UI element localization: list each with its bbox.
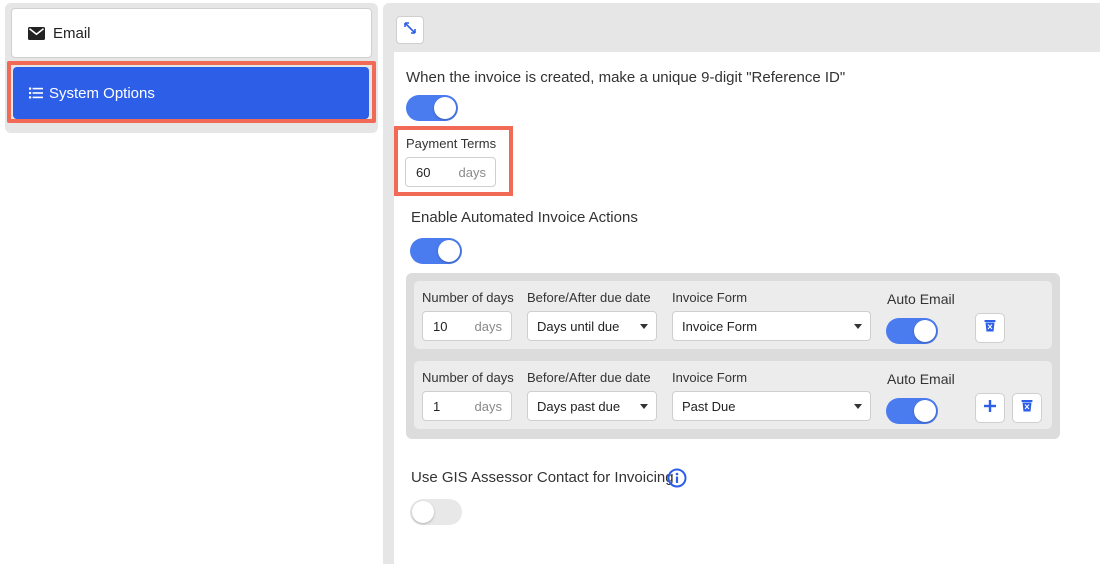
form-column-label: Invoice Form xyxy=(672,370,748,385)
chevron-down-icon xyxy=(854,323,862,329)
sidebar-item-label: System Options xyxy=(49,84,155,102)
automated-actions-label: Enable Automated Invoice Actions xyxy=(411,209,638,226)
timing-value: Days until due xyxy=(537,318,620,334)
expand-icon xyxy=(403,21,417,40)
timing-value: Days past due xyxy=(537,398,621,414)
days-input[interactable]: 10 days xyxy=(422,311,512,341)
timing-select[interactable]: Days past due xyxy=(527,391,657,421)
auto-email-toggle[interactable] xyxy=(886,318,938,344)
envelope-icon xyxy=(28,26,45,40)
chevron-down-icon xyxy=(854,403,862,409)
days-input[interactable]: 1 days xyxy=(422,391,512,421)
delete-button[interactable] xyxy=(1012,393,1042,423)
invoice-form-value: Invoice Form xyxy=(682,318,758,334)
chevron-down-icon xyxy=(640,323,648,329)
toggle-knob xyxy=(914,400,936,422)
invoice-form-value: Past Due xyxy=(682,398,736,414)
payment-terms-value: 60 xyxy=(416,164,431,180)
days-value: 10 xyxy=(433,318,448,334)
reference-id-toggle[interactable] xyxy=(406,95,458,121)
timing-select[interactable]: Days until due xyxy=(527,311,657,341)
sidebar: Email System Options xyxy=(5,3,378,133)
invoice-form-select[interactable]: Past Due xyxy=(672,391,871,421)
payment-terms-input[interactable]: 60 days xyxy=(405,157,496,187)
info-icon[interactable] xyxy=(667,468,687,488)
toggle-knob xyxy=(434,97,456,119)
days-column-label: Number of days xyxy=(422,290,514,305)
gis-contact-label: Use GIS Assessor Contact for Invoicing xyxy=(411,469,674,486)
chevron-down-icon xyxy=(640,403,648,409)
days-unit: days xyxy=(474,398,502,414)
reference-id-label: When the invoice is created, make a uniq… xyxy=(406,69,846,86)
sidebar-item-label: Email xyxy=(53,24,91,42)
payment-terms-label: Payment Terms xyxy=(406,136,497,151)
payment-terms-unit: days xyxy=(458,164,486,180)
days-value: 1 xyxy=(433,398,441,414)
form-column-label: Invoice Form xyxy=(672,290,748,305)
trash-icon xyxy=(1021,399,1033,417)
delete-button[interactable] xyxy=(975,313,1005,343)
add-row-button[interactable] xyxy=(975,393,1005,423)
toggle-knob xyxy=(914,320,936,342)
toggle-knob xyxy=(438,240,460,262)
auto-email-label: Auto Email xyxy=(887,291,955,307)
days-unit: days xyxy=(474,318,502,334)
sidebar-item-system-options[interactable]: System Options xyxy=(13,67,369,119)
days-column-label: Number of days xyxy=(422,370,514,385)
plus-icon xyxy=(984,399,996,417)
invoice-form-select[interactable]: Invoice Form xyxy=(672,311,871,341)
expand-button[interactable] xyxy=(396,16,424,44)
toggle-knob xyxy=(412,501,434,523)
gis-contact-toggle[interactable] xyxy=(410,499,462,525)
automated-actions-toggle[interactable] xyxy=(410,238,462,264)
timing-column-label: Before/After due date xyxy=(527,370,651,385)
sidebar-item-email[interactable]: Email xyxy=(11,8,372,58)
auto-email-label: Auto Email xyxy=(887,371,955,387)
auto-email-toggle[interactable] xyxy=(886,398,938,424)
list-icon xyxy=(29,87,43,99)
trash-icon xyxy=(984,319,996,337)
timing-column-label: Before/After due date xyxy=(527,290,651,305)
